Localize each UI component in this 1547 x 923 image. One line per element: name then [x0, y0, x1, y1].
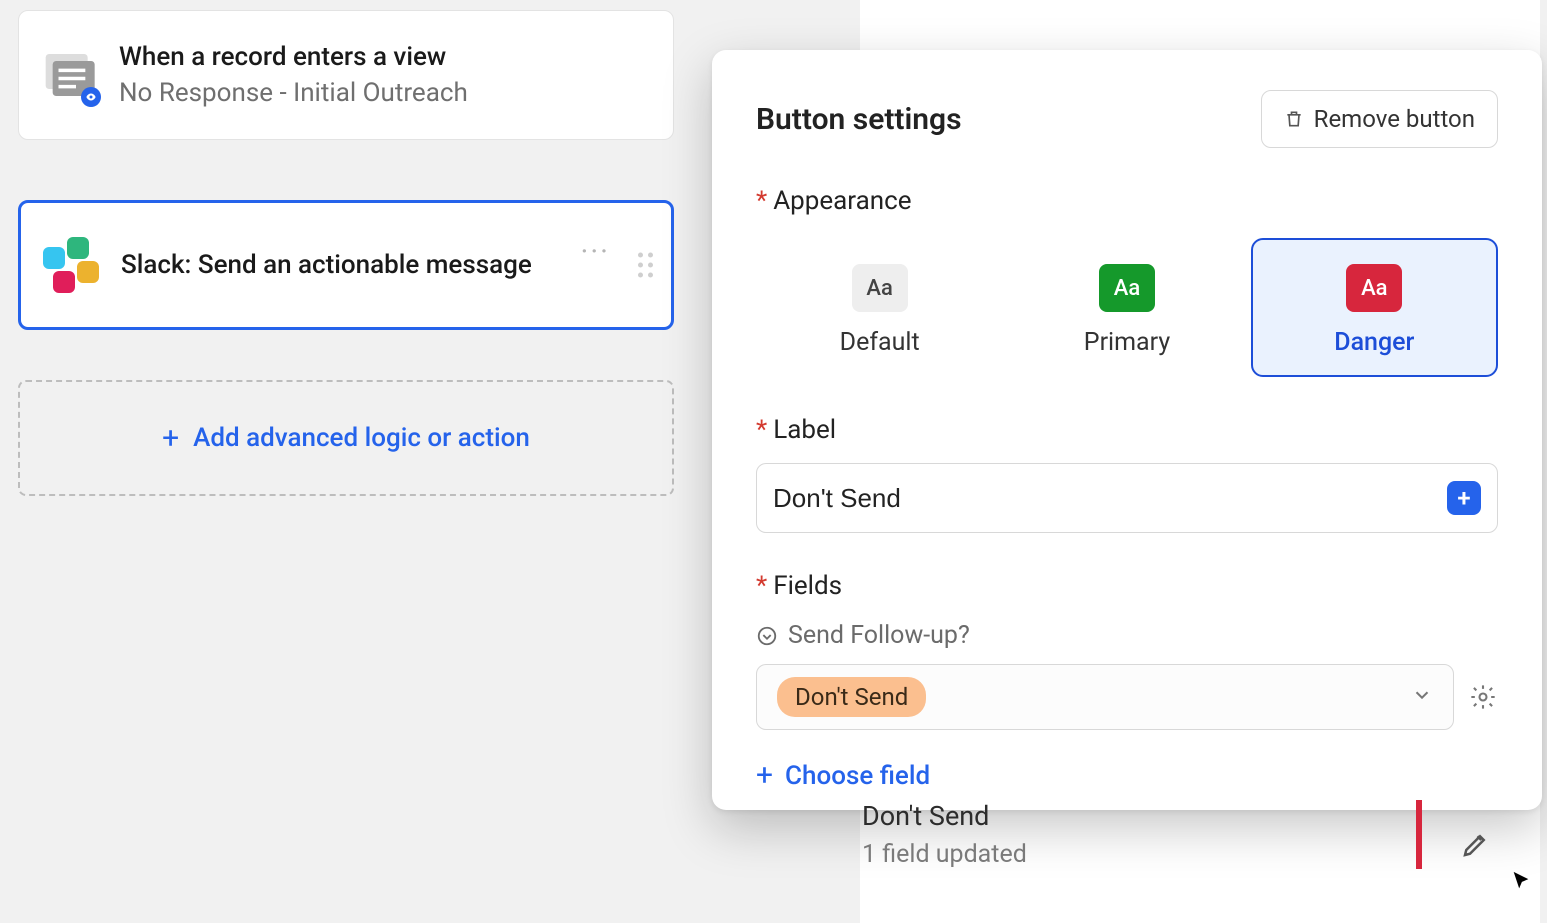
choose-field-button[interactable]: + Choose field: [756, 758, 1498, 793]
chevron-down-icon: [1411, 684, 1433, 710]
action-title: Slack: Send an actionable message: [121, 250, 532, 280]
field-value-pill: Don't Send: [777, 677, 926, 717]
drag-handle-icon[interactable]: [638, 253, 653, 278]
chevron-circle-icon: [756, 625, 778, 647]
trash-icon: [1284, 108, 1304, 130]
view-enter-icon: [41, 47, 97, 103]
preview-subtitle: 1 field updated: [862, 840, 1396, 869]
slack-icon: [43, 237, 99, 293]
preview-title: Don't Send: [862, 800, 1396, 832]
pencil-icon: [1460, 830, 1490, 860]
modal-title: Button settings: [756, 102, 962, 137]
label-section: *Label: [756, 415, 1498, 445]
trigger-title: When a record enters a view: [119, 42, 468, 72]
appearance-label: *Appearance: [756, 186, 1498, 216]
field-value-select[interactable]: Don't Send: [756, 664, 1454, 730]
trigger-subtitle: No Response - Initial Outreach: [119, 78, 468, 108]
remove-button[interactable]: Remove button: [1261, 90, 1498, 148]
choose-field-label: Choose field: [785, 761, 930, 791]
view-badge-icon: [81, 87, 101, 107]
plus-icon: +: [756, 758, 773, 793]
edit-button[interactable]: [1460, 830, 1490, 864]
swatch-primary: Aa: [1099, 264, 1155, 312]
remove-button-label: Remove button: [1314, 105, 1475, 133]
automation-flow: When a record enters a view No Response …: [18, 0, 674, 496]
connector: [346, 140, 348, 200]
appearance-option-label: Danger: [1334, 328, 1414, 357]
swatch-default: Aa: [852, 264, 908, 312]
appearance-option-danger[interactable]: Aa Danger: [1251, 238, 1498, 377]
label-input[interactable]: [773, 483, 1447, 514]
trigger-text: When a record enters a view No Response …: [119, 42, 468, 108]
action-card[interactable]: Slack: Send an actionable message ···: [18, 200, 674, 330]
appearance-option-default[interactable]: Aa Default: [756, 238, 1003, 377]
add-token-button[interactable]: +: [1447, 481, 1481, 515]
appearance-option-primary[interactable]: Aa Primary: [1003, 238, 1250, 377]
appearance-option-label: Default: [840, 328, 920, 357]
field-name-text: Send Follow-up?: [788, 621, 970, 650]
appearance-option-label: Primary: [1084, 328, 1170, 357]
add-action-label: Add advanced logic or action: [193, 423, 530, 453]
action-text: Slack: Send an actionable message: [121, 250, 532, 280]
add-action-button[interactable]: + Add advanced logic or action: [18, 380, 674, 496]
plus-icon: +: [162, 421, 179, 456]
swatch-danger: Aa: [1346, 264, 1402, 312]
fields-section: *Fields: [756, 571, 1498, 601]
field-settings-button[interactable]: [1468, 682, 1498, 712]
field-name-row: Send Follow-up?: [756, 621, 1498, 650]
cursor-icon: [1510, 870, 1532, 896]
button-preview-card[interactable]: Don't Send 1 field updated: [862, 800, 1422, 869]
more-icon[interactable]: ···: [580, 253, 610, 278]
label-input-wrap: +: [756, 463, 1498, 533]
trigger-card[interactable]: When a record enters a view No Response …: [18, 10, 674, 140]
appearance-options: Aa Default Aa Primary Aa Danger: [756, 238, 1498, 377]
button-settings-modal: Button settings Remove button *Appearanc…: [712, 50, 1542, 810]
gear-icon: [1469, 683, 1497, 711]
